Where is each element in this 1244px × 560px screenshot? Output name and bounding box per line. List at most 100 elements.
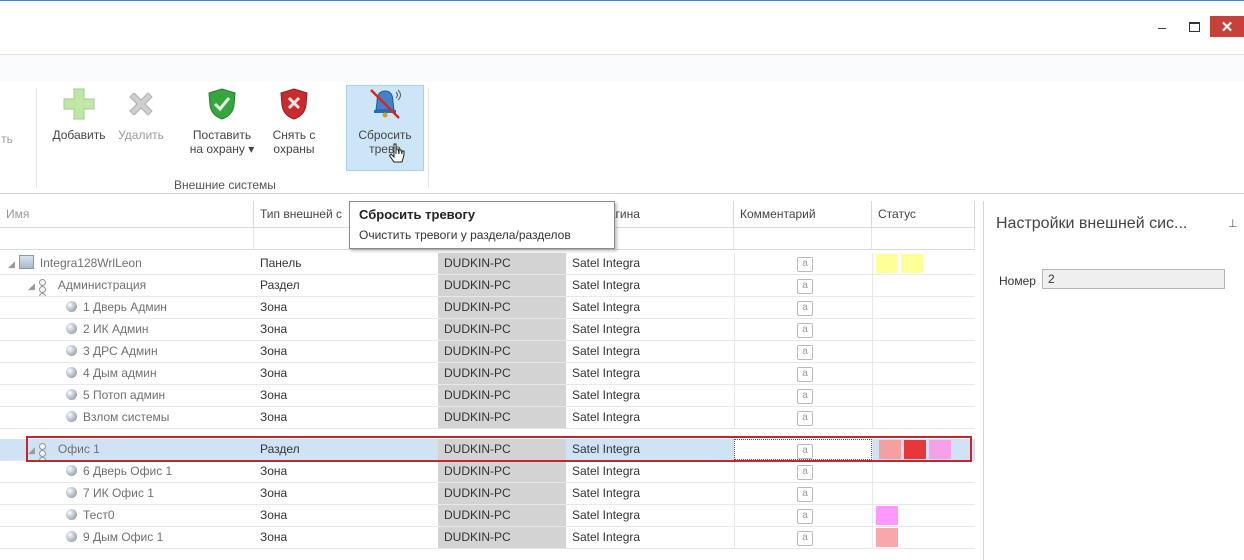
comment-icon[interactable]: a: [797, 531, 813, 546]
alarm-bell-off-icon: [367, 86, 403, 122]
comment-icon[interactable]: a: [797, 465, 813, 480]
row-comment[interactable]: a: [734, 439, 872, 460]
table-row[interactable]: 6 Дверь Офис 1 Зона DUDKIN-PC Satel Inte…: [0, 461, 975, 483]
zone-icon: [66, 323, 77, 334]
row-comment[interactable]: a: [734, 253, 872, 274]
status-indicator: [879, 440, 901, 459]
table-row[interactable]: 5 Потоп админ Зона DUDKIN-PC Satel Integ…: [0, 385, 975, 407]
close-button[interactable]: ✕: [1210, 16, 1244, 37]
comment-icon[interactable]: a: [797, 389, 813, 404]
row-comment[interactable]: a: [734, 385, 872, 406]
row-type: Зона: [260, 464, 288, 478]
table-row[interactable]: ◢ Администрация Раздел DUDKIN-PC Satel In…: [0, 275, 975, 297]
filter-cell-name[interactable]: [0, 228, 254, 250]
pin-icon[interactable]: ⊥: [1228, 217, 1238, 230]
row-plugin: Satel Integra: [572, 486, 641, 500]
ribbon-separator: [36, 88, 37, 188]
column-header-status[interactable]: Статус: [872, 201, 975, 228]
row-comment[interactable]: a: [734, 363, 872, 384]
row-status: [872, 505, 975, 526]
row-comment[interactable]: a: [734, 407, 872, 428]
row-plugin: Satel Integra: [572, 322, 641, 336]
panel-icon: [18, 255, 34, 269]
row-comment[interactable]: a: [734, 505, 872, 526]
partition-icon: [38, 279, 52, 296]
expand-arrow-icon[interactable]: ◢: [8, 254, 15, 274]
red-shield-icon: [276, 86, 312, 122]
expand-arrow-icon[interactable]: ◢: [28, 440, 35, 460]
comment-icon[interactable]: a: [797, 509, 813, 524]
row-status: [872, 407, 975, 428]
maximize-button[interactable]: [1180, 16, 1208, 37]
expand-arrow-icon[interactable]: ◢: [28, 276, 35, 296]
row-type: Зона: [260, 388, 288, 402]
row-type: Зона: [260, 486, 288, 500]
row-status: [872, 439, 975, 460]
add-button[interactable]: Добавить: [48, 86, 110, 142]
row-plugin: Satel Integra: [572, 278, 641, 292]
table-row[interactable]: 9 Дым Офис 1 Зона DUDKIN-PC Satel Integr…: [0, 527, 975, 549]
comment-icon[interactable]: a: [797, 487, 813, 502]
row-comment[interactable]: a: [734, 275, 872, 296]
row-name: Тест0: [83, 508, 115, 522]
row-plugin: Satel Integra: [572, 464, 641, 478]
green-shield-icon: [204, 86, 240, 122]
row-name: 3 ДРС Админ: [83, 344, 158, 358]
row-pc: DUDKIN-PC: [438, 297, 566, 318]
filter-cell-status[interactable]: [872, 228, 975, 250]
reset-alarm-tooltip: Сбросить тревогу Очистить тревоги у разд…: [349, 201, 615, 249]
comment-icon[interactable]: a: [797, 257, 813, 272]
row-pc: DUDKIN-PC: [438, 439, 566, 460]
reset-alarm-label-1: Сбросить: [358, 128, 412, 142]
table-row[interactable]: 2 ИК Админ Зона DUDKIN-PC Satel Integra …: [0, 319, 975, 341]
comment-icon[interactable]: a: [797, 279, 813, 294]
row-name: Взлом системы: [83, 410, 170, 424]
row-type: Зона: [260, 366, 288, 380]
table-row[interactable]: Тест0 Зона DUDKIN-PC Satel Integra a: [0, 505, 975, 527]
row-comment[interactable]: a: [734, 341, 872, 362]
arm-button[interactable]: Поставить на охрану ▾: [186, 86, 258, 156]
row-pc: DUDKIN-PC: [438, 505, 566, 526]
table-row[interactable]: 4 Дым админ Зона DUDKIN-PC Satel Integra…: [0, 363, 975, 385]
zone-icon: [66, 367, 77, 378]
table-row[interactable]: ◢ Integra128WrlLeon Панель DUDKIN-PC Sate…: [0, 253, 975, 275]
row-status: [872, 527, 975, 548]
comment-icon[interactable]: a: [797, 323, 813, 338]
disarm-button[interactable]: Снять с охраны: [268, 86, 320, 156]
arm-button-label-2: на охрану ▾: [189, 142, 255, 156]
minimize-button[interactable]: –: [1148, 16, 1176, 37]
table-row[interactable]: 3 ДРС Админ Зона DUDKIN-PC Satel Integra…: [0, 341, 975, 363]
row-comment[interactable]: a: [734, 319, 872, 340]
row-pc: DUDKIN-PC: [438, 341, 566, 362]
row-type: Зона: [260, 300, 288, 314]
table-row[interactable]: 1 Дверь Админ Зона DUDKIN-PC Satel Integ…: [0, 297, 975, 319]
table-row[interactable]: Взлом системы Зона DUDKIN-PC Satel Integ…: [0, 407, 975, 429]
row-plugin: Satel Integra: [572, 344, 641, 358]
row-comment[interactable]: a: [734, 483, 872, 504]
row-name: Офис 1: [57, 442, 100, 456]
tooltip-description: Очистить тревоги у раздела/разделов: [359, 228, 571, 242]
comment-icon[interactable]: a: [797, 411, 813, 426]
status-indicator: [876, 506, 898, 525]
disarm-button-label-1: Снять с: [272, 128, 316, 142]
number-field[interactable]: 2: [1042, 269, 1225, 289]
filter-cell-comment[interactable]: [734, 228, 872, 250]
row-name: 7 ИК Офис 1: [83, 486, 154, 500]
row-pc: DUDKIN-PC: [438, 407, 566, 428]
comment-icon[interactable]: a: [797, 301, 813, 316]
reset-alarm-button[interactable]: Сбросить трево: [346, 85, 424, 171]
row-status: [872, 253, 975, 274]
column-header-comment[interactable]: Комментарий: [734, 201, 872, 228]
row-comment[interactable]: a: [734, 297, 872, 318]
ribbon-truncated-button[interactable]: ть: [0, 132, 14, 146]
delete-button[interactable]: Удалить: [112, 86, 170, 142]
table-row[interactable]: 7 ИК Офис 1 Зона DUDKIN-PC Satel Integra…: [0, 483, 975, 505]
comment-icon[interactable]: a: [797, 345, 813, 360]
comment-icon[interactable]: a: [797, 444, 813, 459]
row-comment[interactable]: a: [734, 527, 872, 548]
column-header-name[interactable]: Имя: [0, 201, 254, 228]
row-comment[interactable]: a: [734, 461, 872, 482]
comment-icon[interactable]: a: [797, 367, 813, 382]
row-plugin: Satel Integra: [572, 442, 641, 456]
table-row-selected[interactable]: ◢ Офис 1 Раздел DUDKIN-PC Satel Integra a: [0, 439, 975, 461]
